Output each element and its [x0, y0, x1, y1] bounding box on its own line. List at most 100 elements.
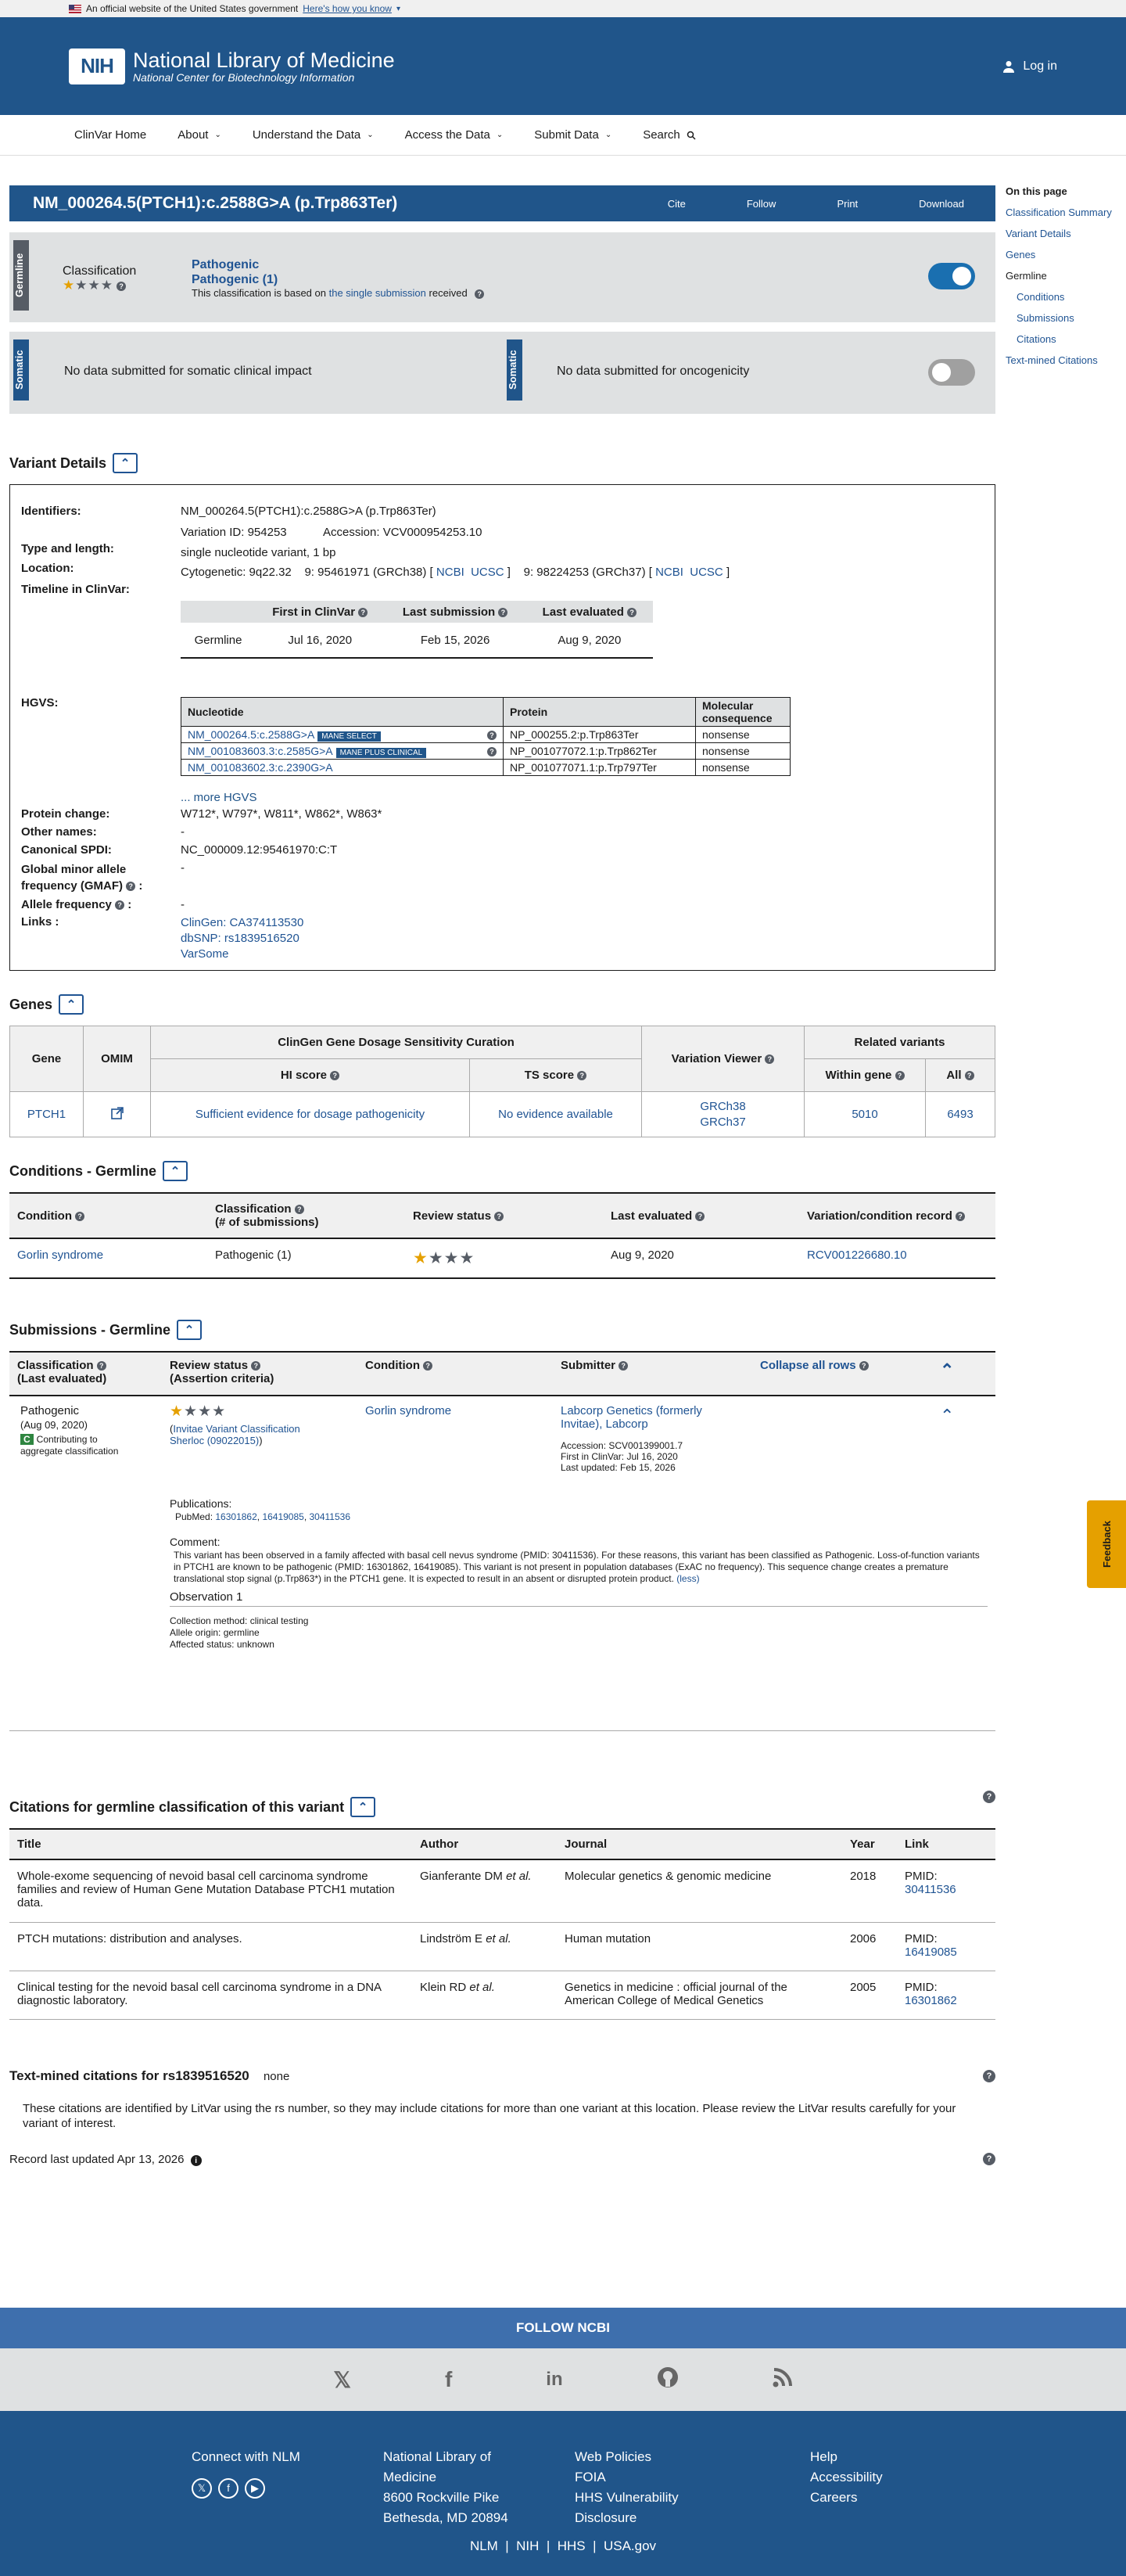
help-icon[interactable]: ? — [695, 1211, 705, 1221]
help-icon[interactable]: ? — [983, 2069, 995, 2082]
help-icon[interactable]: ? — [117, 282, 127, 292]
less-link[interactable]: (less) — [676, 1573, 699, 1584]
varsome-link[interactable]: VarSome — [181, 947, 303, 962]
toc-genes[interactable]: Genes — [1006, 249, 1123, 260]
ncbi-link-37[interactable]: NCBI — [655, 566, 683, 579]
nlm-link[interactable]: NLM — [470, 2538, 498, 2553]
toc-citations[interactable]: Citations — [1006, 333, 1123, 345]
pmid-link[interactable]: 16419085 — [905, 1945, 988, 1959]
pmid-link[interactable]: 16301862 — [905, 1994, 988, 2007]
youtube-icon[interactable]: ▶ — [245, 2478, 265, 2499]
help-icon[interactable]: ? — [964, 1071, 974, 1081]
toc-classification-summary[interactable]: Classification Summary — [1006, 207, 1123, 218]
download-button[interactable]: Download — [919, 198, 964, 210]
x-twitter-icon[interactable]: 𝕏 — [333, 2367, 351, 2393]
help-icon[interactable]: ? — [487, 731, 497, 740]
help-icon[interactable]: ? — [423, 1361, 433, 1371]
nlm-logo[interactable]: NIH National Library of Medicine Nationa… — [69, 48, 395, 84]
help-icon[interactable]: ? — [475, 289, 485, 299]
collapse-chevron-icon[interactable]: ⌃ — [350, 1797, 376, 1817]
germline-toggle[interactable] — [928, 263, 975, 289]
hgvs-nucleotide-link[interactable]: NM_001083602.3:c.2390G>A — [188, 761, 333, 774]
hgvs-nucleotide-link[interactable]: NM_000264.5:c.2588G>A — [188, 728, 314, 741]
help-icon[interactable]: ? — [358, 607, 368, 617]
cite-button[interactable]: Cite — [668, 198, 686, 210]
gene-link[interactable]: PTCH1 — [9, 1091, 84, 1137]
hgvs-nucleotide-link[interactable]: NM_001083603.3:c.2585G>A — [188, 745, 333, 757]
follow-button[interactable]: Follow — [747, 198, 776, 210]
hhs-vulnerability-link[interactable]: HHS Vulnerability — [575, 2488, 679, 2508]
pubmed-link[interactable]: 16301862 — [215, 1511, 256, 1522]
nav-understand[interactable]: Understand the Data ⌄ — [253, 128, 374, 142]
help-icon[interactable]: ? — [765, 1054, 775, 1065]
submitter-link[interactable]: Labcorp Genetics (formerly Invitae), Lab… — [561, 1404, 741, 1431]
help-icon[interactable]: ? — [487, 747, 497, 756]
rcv-link[interactable]: RCV001226680.10 — [799, 1238, 995, 1279]
somatic-toggle[interactable] — [928, 359, 975, 386]
clingen-link[interactable]: ClinGen: CA374113530 — [181, 915, 303, 931]
help-icon[interactable]: ? — [619, 1361, 629, 1371]
chevron-up-icon[interactable]: ⌃ — [940, 1406, 954, 1426]
ts-score-link[interactable]: No evidence available — [469, 1091, 642, 1137]
chevron-up-icon[interactable]: ⌃ — [940, 1360, 954, 1381]
grch37-link[interactable]: GRCh37 — [642, 1115, 804, 1130]
hi-score-link[interactable]: Sufficient evidence for dosage pathogeni… — [150, 1091, 470, 1137]
toc-variant-details[interactable]: Variant Details — [1006, 228, 1123, 239]
omim-external-link-icon[interactable] — [83, 1091, 151, 1137]
dbsnp-link[interactable]: dbSNP: rs1839516520 — [181, 931, 303, 947]
usagov-link[interactable]: USA.gov — [604, 2538, 656, 2553]
nih-link[interactable]: NIH — [516, 2538, 539, 2553]
help-icon[interactable]: ? — [330, 1071, 340, 1081]
single-submission-link[interactable]: the single submission — [329, 287, 426, 299]
more-hgvs-link[interactable]: ... more HGVS — [181, 791, 257, 804]
collapse-chevron-icon[interactable]: ⌃ — [177, 1320, 203, 1340]
x-twitter-icon[interactable]: 𝕏 — [192, 2478, 212, 2499]
github-icon[interactable] — [657, 2366, 679, 2394]
help-icon[interactable]: ? — [115, 900, 125, 911]
assertion-criteria-link[interactable]: Invitae Variant Classification Sherloc (… — [170, 1423, 300, 1446]
help-icon[interactable]: ? — [294, 1205, 304, 1215]
facebook-icon[interactable]: f — [218, 2478, 238, 2499]
login-button[interactable]: Log in — [1002, 59, 1057, 74]
help-icon[interactable]: ? — [983, 2152, 995, 2165]
help-icon[interactable]: ? — [577, 1071, 587, 1081]
nav-submit[interactable]: Submit Data ⌄ — [534, 128, 611, 142]
nav-clinvar-home[interactable]: ClinVar Home — [74, 128, 146, 142]
help-link[interactable]: Help — [810, 2447, 883, 2467]
info-icon[interactable]: i — [190, 2155, 202, 2166]
help-icon[interactable]: ? — [498, 607, 508, 617]
pubmed-link[interactable]: 30411536 — [310, 1511, 351, 1522]
toc-text-mined[interactable]: Text-mined Citations — [1006, 354, 1123, 366]
careers-link[interactable]: Careers — [810, 2488, 883, 2508]
ucsc-link-38[interactable]: UCSC — [471, 566, 504, 579]
help-icon[interactable]: ? — [251, 1361, 261, 1371]
heres-how-link[interactable]: Here's how you know — [303, 3, 392, 14]
help-icon[interactable]: ? — [494, 1211, 504, 1221]
help-icon[interactable]: ? — [126, 882, 136, 892]
collapse-chevron-icon[interactable]: ⌃ — [59, 994, 84, 1015]
rss-icon[interactable] — [773, 2367, 793, 2393]
condition-link[interactable]: Gorlin syndrome — [9, 1238, 207, 1279]
help-icon[interactable]: ? — [983, 1791, 995, 1803]
toc-submissions[interactable]: Submissions — [1006, 312, 1123, 324]
web-policies-link[interactable]: Web Policies — [575, 2447, 679, 2467]
help-icon[interactable]: ? — [895, 1071, 905, 1081]
hhs-link[interactable]: HHS — [558, 2538, 586, 2553]
foia-link[interactable]: FOIA — [575, 2467, 679, 2488]
collapse-chevron-icon[interactable]: ⌃ — [163, 1161, 188, 1181]
feedback-button[interactable]: Feedback — [1087, 1500, 1126, 1588]
accessibility-link[interactable]: Accessibility — [810, 2467, 883, 2488]
ncbi-link-38[interactable]: NCBI — [436, 566, 464, 579]
pubmed-link[interactable]: 16419085 — [262, 1511, 303, 1522]
print-button[interactable]: Print — [837, 198, 858, 210]
linkedin-icon[interactable]: in — [546, 2369, 562, 2391]
nav-search[interactable]: Search — [643, 128, 696, 142]
collapse-chevron-icon[interactable]: ⌃ — [113, 453, 138, 473]
facebook-icon[interactable]: f — [445, 2367, 452, 2392]
nav-about[interactable]: About ⌄ — [178, 128, 221, 142]
ucsc-link-37[interactable]: UCSC — [690, 566, 723, 579]
collapse-all-rows-link[interactable]: Collapse all rows — [760, 1359, 856, 1372]
nav-access[interactable]: Access the Data ⌄ — [405, 128, 504, 142]
disclosure-link[interactable]: Disclosure — [575, 2508, 679, 2528]
grch38-link[interactable]: GRCh38 — [642, 1099, 804, 1115]
